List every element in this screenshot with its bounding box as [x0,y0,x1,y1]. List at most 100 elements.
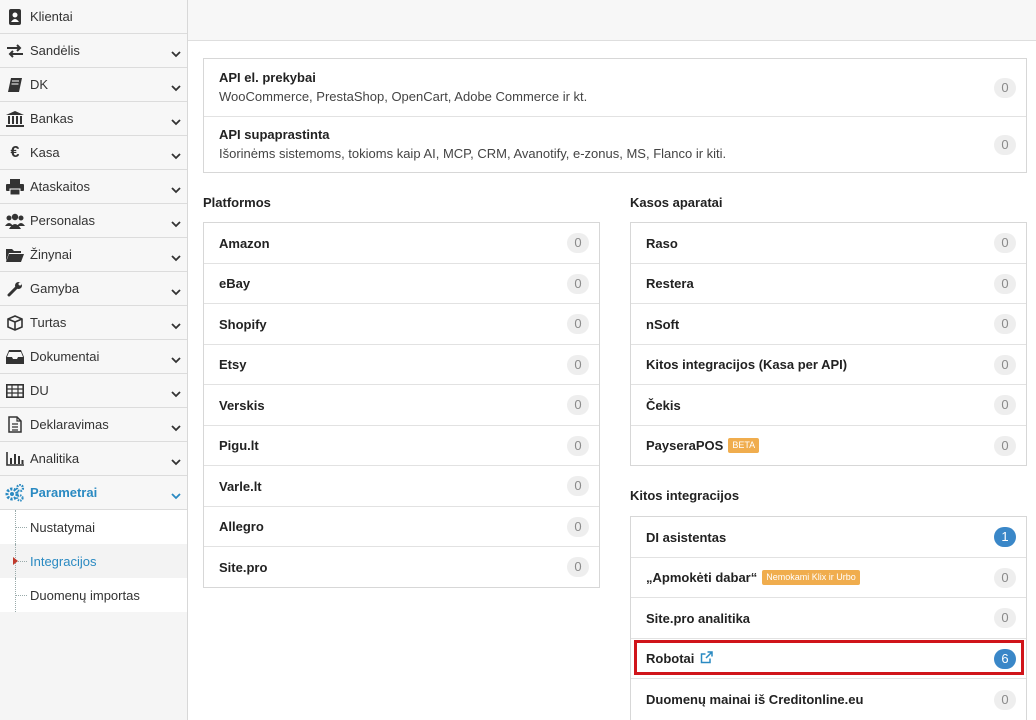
kitos-row-creditonline[interactable]: Duomenų mainai iš Creditonline.eu 0 [631,679,1026,720]
sidebar-item-label: Žinynai [30,247,72,262]
chevron-down-icon [171,420,181,435]
promo-badge: Nemokami Klix ir Urbo [762,570,860,585]
kasa-row-cekis[interactable]: Čekis 0 [631,385,1026,426]
kasa-row-raso[interactable]: Raso 0 [631,223,1026,264]
kitos-list: DI asistentas 1 „Apmokėti dabar“ Nemokami … [630,516,1027,720]
count-badge: 0 [567,395,589,415]
chevron-down-icon [171,216,181,231]
row-title: Etsy [219,357,247,372]
sidebar-item-bankas[interactable]: Bankas [0,102,187,136]
row-title: nSoft [646,316,680,332]
row-title: eBay [219,276,251,291]
sidebar-item-zinynai[interactable]: Žinynai [0,238,187,272]
table-icon [5,382,25,400]
external-link-icon[interactable] [700,650,714,667]
sidebar-item-label: Personalas [30,213,96,228]
sidebar-item-parametrai[interactable]: Parametrai [0,476,187,510]
chevron-down-icon [171,250,181,265]
beta-badge: BETA [728,438,760,453]
chevron-down-icon [171,454,181,469]
platform-row-etsy[interactable]: Etsy 0 [204,345,599,385]
platform-row-shopify[interactable]: Shopify 0 [204,304,599,345]
sidebar-item-sandelis[interactable]: Sandėlis [0,34,187,68]
platformos-list: Amazon 0 eBay 0 Shopify 0 Etsy 0 Verskis 0 Pi… [203,222,600,588]
count-badge: 0 [567,354,589,375]
count-badge: 0 [567,516,589,537]
sidebar-item-personalas[interactable]: Personalas [0,204,187,238]
wrench-icon [5,280,25,298]
sidebar-item-label: Gamyba [30,281,80,296]
count-badge: 0 [567,557,589,577]
row-description: WooCommerce, PrestaShop, OpenCart, Adobe… [219,89,588,104]
bar-chart-icon [5,450,25,468]
sidebar-subitem-integracijos[interactable]: Integracijos [0,544,187,578]
sidebar-item-label: DU [30,383,49,398]
section-title-kitos-integracijos: Kitos integracijos [630,488,740,503]
row-title: PayseraPOS [646,438,724,453]
file-text-icon [5,416,25,434]
row-title: Raso [646,235,678,251]
sidebar-item-klientai[interactable]: Klientai [0,0,187,34]
row-title: API supaprastinta [219,127,330,142]
api-el-prekybai-row[interactable]: API el. prekybai WooCommerce, PrestaShop… [204,59,1026,117]
count-badge: 0 [994,689,1016,710]
kasa-row-payserapos[interactable]: PayseraPOS BETA 0 [631,426,1026,465]
sidebar-item-analitika[interactable]: Analitika [0,442,187,476]
sidebar-item-deklaravimas[interactable]: Deklaravimas [0,408,187,442]
sidebar: Klientai Sandėlis DK Bankas € Kasa Atask… [0,0,188,720]
sidebar-item-turtas[interactable]: Turtas [0,306,187,340]
sidebar-item-ataskaitos[interactable]: Ataskaitos [0,170,187,204]
count-badge: 0 [994,77,1016,98]
sidebar-item-dk[interactable]: DK [0,68,187,102]
platform-row-sitepro[interactable]: Site.pro 0 [204,547,599,587]
sidebar-item-du[interactable]: DU [0,374,187,408]
count-badge: 0 [567,314,589,334]
sidebar-item-label: Ataskaitos [30,179,90,194]
count-badge: 0 [994,314,1016,334]
sidebar-item-label: Dokumentai [30,349,100,364]
platform-row-pigu[interactable]: Pigu.lt 0 [204,426,599,466]
count-badge: 0 [994,608,1016,628]
count-badge: 6 [994,648,1016,669]
kitos-row-robotai[interactable]: Robotai 6 [631,639,1026,679]
count-badge: 0 [994,135,1016,155]
gears-icon [5,483,25,502]
count-badge: 0 [994,233,1016,253]
book-icon [5,76,25,94]
sidebar-subitem-nustatymai[interactable]: Nustatymai [0,510,187,544]
kasa-row-kitos-integracijos[interactable]: Kitos integracijos (Kasa per API) 0 [631,345,1026,385]
count-badge: 0 [567,233,589,253]
bank-icon [5,110,25,128]
caret-right-icon [13,557,18,565]
sidebar-item-kasa[interactable]: € Kasa [0,136,187,170]
sidebar-item-label: Parametrai [30,485,98,500]
api-supaprastinta-row[interactable]: API supaprastinta Išorinėms sistemoms, t… [204,117,1026,173]
sidebar-item-gamyba[interactable]: Gamyba [0,272,187,306]
sidebar-item-label: Bankas [30,111,74,126]
platform-row-amazon[interactable]: Amazon 0 [204,223,599,264]
row-description: Išorinėms sistemoms, tokioms kaip AI, MC… [219,146,727,161]
kasa-row-restera[interactable]: Restera 0 [631,264,1026,304]
count-badge: 0 [994,395,1016,415]
kitos-row-sitepro-analitika[interactable]: Site.pro analitika 0 [631,598,1026,639]
sidebar-subitem-duomenu-importas[interactable]: Duomenų importas [0,578,187,612]
platform-row-ebay[interactable]: eBay 0 [204,264,599,304]
row-title: Varle.lt [219,478,262,494]
row-title: Verskis [219,397,265,413]
platform-row-varle[interactable]: Varle.lt 0 [204,466,599,507]
kasa-row-nsoft[interactable]: nSoft 0 [631,304,1026,345]
row-title: Amazon [219,235,270,251]
kitos-row-apmoketi-dabar[interactable]: „Apmokėti dabar“ Nemokami Klix ir Urbo 0 [631,558,1026,598]
platform-row-verskis[interactable]: Verskis 0 [204,385,599,426]
chevron-down-icon [171,488,181,503]
sidebar-item-label: Turtas [30,315,67,330]
count-badge: 1 [994,527,1016,547]
users-icon [5,212,25,230]
count-badge: 0 [994,273,1016,294]
kitos-row-di-asistentas[interactable]: DI asistentas 1 [631,517,1026,558]
sidebar-subitem-label: Duomenų importas [30,587,140,603]
platform-row-allegro[interactable]: Allegro 0 [204,507,599,547]
sidebar-item-label: Analitika [30,451,80,466]
sidebar-item-dokumentai[interactable]: Dokumentai [0,340,187,374]
sidebar-item-label: Deklaravimas [30,417,109,432]
